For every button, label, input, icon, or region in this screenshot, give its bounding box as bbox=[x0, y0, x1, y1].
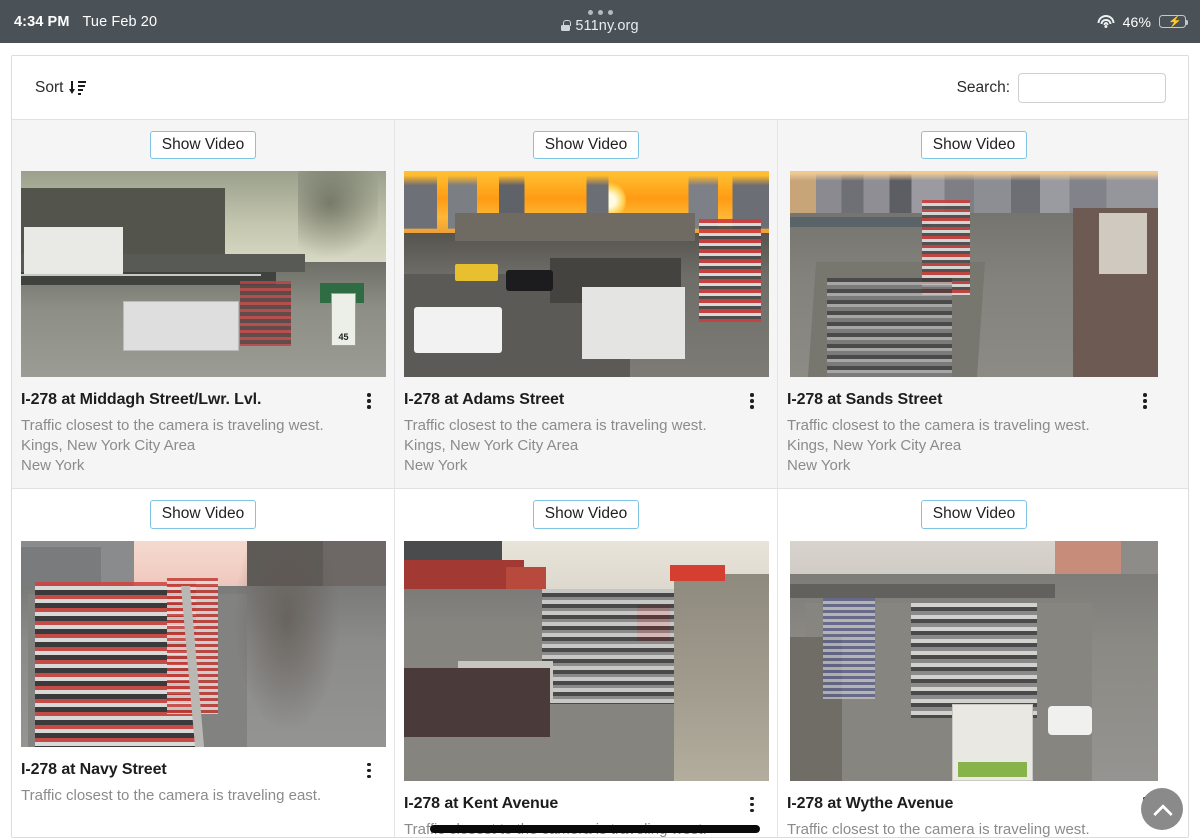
sort-control[interactable]: Sort bbox=[35, 79, 87, 97]
url-text: 511ny.org bbox=[575, 17, 639, 34]
search-label: Search: bbox=[956, 78, 1010, 96]
show-video-wrap: Show Video bbox=[12, 131, 394, 160]
show-video-button[interactable]: Show Video bbox=[920, 131, 1028, 160]
status-bar-date: Tue Feb 20 bbox=[82, 13, 158, 30]
show-video-button[interactable]: Show Video bbox=[149, 131, 257, 160]
camera-state: New York bbox=[787, 457, 851, 475]
camera-row: Show Video bbox=[12, 488, 1188, 838]
camera-card-kent-avenue[interactable]: Show Video I-278 at Kent Avenue Traffic bbox=[395, 489, 778, 837]
camera-direction: Traffic closest to the camera is traveli… bbox=[787, 820, 1090, 838]
camera-thumbnail[interactable] bbox=[20, 540, 386, 747]
status-bar-center: 511ny.org bbox=[0, 0, 1200, 43]
camera-meta: Traffic closest to the camera is traveli… bbox=[404, 416, 761, 476]
camera-grid: Show Video 45 I-278 at Middagh Street/Lw… bbox=[12, 119, 1188, 838]
camera-thumbnail[interactable] bbox=[790, 171, 1158, 378]
battery-charging-icon: ⚡ bbox=[1159, 14, 1189, 29]
camera-state: New York bbox=[404, 457, 468, 475]
kebab-menu-icon[interactable] bbox=[743, 796, 761, 815]
camera-direction: Traffic closest to the camera is traveli… bbox=[21, 417, 324, 435]
browser-viewport: Sort Search: Show Video 45 I-278 at Midd… bbox=[0, 43, 1200, 838]
status-bar-right: 46% ⚡ bbox=[1097, 13, 1189, 30]
show-video-button[interactable]: Show Video bbox=[532, 500, 640, 529]
camera-card-middagh-street[interactable]: Show Video 45 I-278 at Middagh Street/Lw… bbox=[12, 120, 395, 489]
show-video-button[interactable]: Show Video bbox=[920, 500, 1028, 529]
camera-title: I-278 at Middagh Street/Lwr. Lvl. bbox=[21, 391, 262, 409]
three-dots-icon bbox=[587, 9, 613, 15]
camera-title: I-278 at Sands Street bbox=[787, 391, 943, 409]
camera-meta: Traffic closest to the camera is traveli… bbox=[21, 786, 378, 806]
camera-title: I-278 at Wythe Avenue bbox=[787, 794, 954, 812]
browser-url-display: 511ny.org bbox=[561, 17, 639, 34]
search-input[interactable] bbox=[1018, 72, 1166, 103]
camera-card-wythe-avenue[interactable]: Show Video I-278 at Wythe Avenue Traffic… bbox=[778, 489, 1170, 838]
camera-meta: Traffic closest to the camera is traveli… bbox=[787, 416, 1154, 476]
camera-card-body: I-278 at Navy Street Traffic closest to … bbox=[12, 747, 394, 818]
show-video-wrap: Show Video bbox=[12, 500, 394, 529]
camera-state: New York bbox=[21, 457, 85, 475]
camera-card-body: I-278 at Middagh Street/Lwr. Lvl. Traffi… bbox=[12, 377, 394, 488]
show-video-wrap: Show Video bbox=[395, 131, 777, 160]
kebab-menu-icon[interactable] bbox=[743, 392, 761, 411]
kebab-menu-icon[interactable] bbox=[1136, 392, 1154, 411]
camera-region: Kings, New York City Area bbox=[21, 437, 196, 455]
camera-direction: Traffic closest to the camera is traveli… bbox=[21, 786, 322, 804]
show-video-wrap: Show Video bbox=[778, 500, 1170, 529]
search-control: Search: bbox=[956, 72, 1166, 103]
camera-card-body: I-278 at Sands Street Traffic closest to… bbox=[778, 377, 1170, 488]
camera-thumbnail[interactable] bbox=[790, 540, 1158, 781]
lock-icon bbox=[561, 20, 571, 31]
camera-card-navy-street[interactable]: Show Video I-278 at Navy Street Traffic … bbox=[12, 489, 395, 837]
camera-direction: Traffic closest to the camera is traveli… bbox=[404, 417, 707, 435]
sort-label: Sort bbox=[35, 78, 64, 96]
camera-row: Show Video bbox=[12, 119, 1188, 489]
camera-thumbnail[interactable] bbox=[403, 171, 769, 378]
camera-region: Kings, New York City Area bbox=[787, 437, 962, 455]
show-video-button[interactable]: Show Video bbox=[532, 131, 640, 160]
camera-list-panel: Sort Search: Show Video 45 I-278 at Midd… bbox=[11, 55, 1189, 838]
status-bar-time: 4:34 PM bbox=[14, 13, 70, 30]
camera-card-adams-street[interactable]: Show Video I-278 at Adams Street Traffic… bbox=[395, 120, 778, 489]
list-toolbar: Sort Search: bbox=[12, 56, 1188, 119]
camera-title: I-278 at Kent Avenue bbox=[404, 794, 559, 812]
camera-card-sands-street[interactable]: Show Video I-278 at Sands Street Traffic… bbox=[778, 120, 1170, 488]
show-video-button[interactable]: Show Video bbox=[149, 500, 257, 529]
camera-thumbnail[interactable] bbox=[20, 171, 386, 378]
kebab-menu-icon[interactable] bbox=[360, 392, 378, 411]
battery-percent-label: 46% bbox=[1122, 13, 1151, 30]
camera-meta: Traffic closest to the camera is traveli… bbox=[787, 820, 1154, 838]
wifi-icon bbox=[1097, 15, 1115, 28]
camera-region: Kings, New York City Area bbox=[404, 437, 579, 455]
camera-meta: Traffic closest to the camera is traveli… bbox=[21, 416, 378, 476]
camera-card-body: I-278 at Wythe Avenue Traffic closest to… bbox=[778, 781, 1170, 838]
show-video-wrap: Show Video bbox=[778, 131, 1170, 160]
camera-title: I-278 at Navy Street bbox=[21, 760, 167, 778]
horizontal-scrollbar[interactable] bbox=[430, 825, 760, 833]
kebab-menu-icon[interactable] bbox=[360, 762, 378, 781]
camera-title: I-278 at Adams Street bbox=[404, 391, 565, 409]
ios-status-bar: 4:34 PM Tue Feb 20 511ny.org 46% ⚡ bbox=[0, 0, 1200, 43]
sort-descending-icon[interactable] bbox=[68, 80, 87, 96]
camera-thumbnail[interactable] bbox=[403, 540, 769, 781]
chevron-up-icon bbox=[1155, 802, 1170, 817]
camera-direction: Traffic closest to the camera is traveli… bbox=[787, 417, 1090, 435]
scroll-to-top-button[interactable] bbox=[1141, 788, 1183, 830]
status-bar-left: 4:34 PM Tue Feb 20 bbox=[14, 14, 157, 30]
camera-card-body: I-278 at Adams Street Traffic closest to… bbox=[395, 377, 777, 488]
show-video-wrap: Show Video bbox=[395, 500, 777, 529]
